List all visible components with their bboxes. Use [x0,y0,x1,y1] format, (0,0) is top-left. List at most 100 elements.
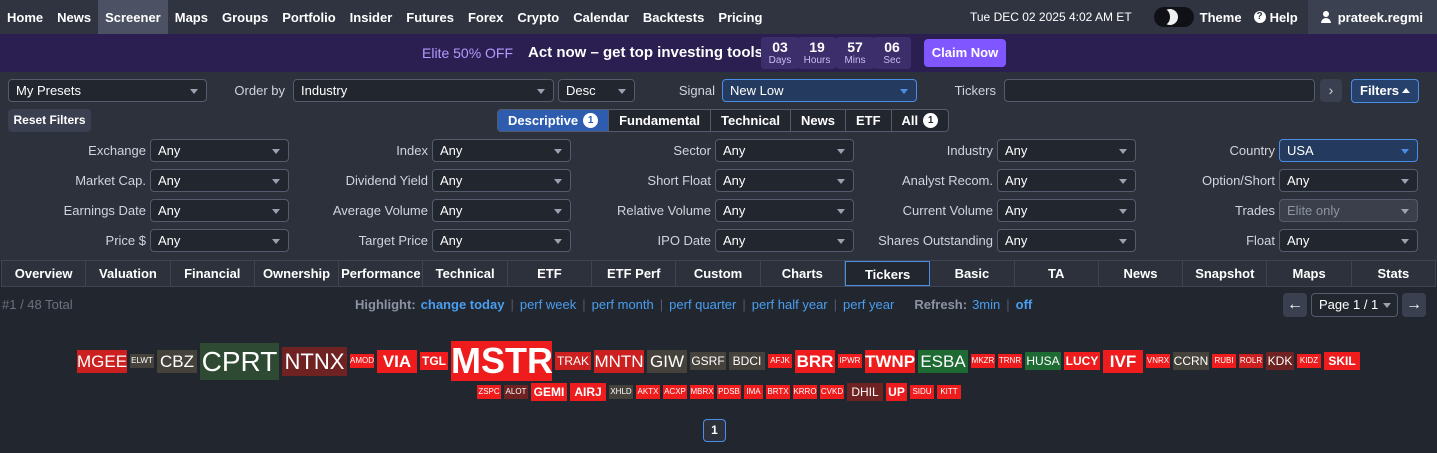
highlight-perf-quarter[interactable]: perf quarter [669,297,736,312]
tab-descriptive[interactable]: Descriptive 1 [498,110,610,131]
ticker-kdk[interactable]: KDK [1266,352,1294,370]
ticker-esba[interactable]: ESBA [918,350,968,373]
ticker-mkzr[interactable]: MKZR [971,354,995,368]
reset-filters-button[interactable]: Reset Filters [8,109,91,132]
view-tab-overview[interactable]: Overview [2,261,87,286]
claim-now-button[interactable]: Claim Now [924,39,1006,67]
view-tab-maps[interactable]: Maps [1267,261,1352,286]
ticker-cvkd[interactable]: CVKD [820,385,844,399]
filters-toggle-button[interactable]: Filters [1351,79,1419,103]
ticker-gsrf[interactable]: GSRF [690,352,726,370]
ticker-zspc[interactable]: ZSPC [477,385,501,399]
ticker-ima[interactable]: IMA [744,385,763,399]
ticker-airj[interactable]: AIRJ [570,383,606,401]
tab-news[interactable]: News [791,110,846,131]
tickers-go-button[interactable]: › [1320,79,1342,102]
nav-item-pricing[interactable]: Pricing [711,0,769,34]
ticker-ivf[interactable]: IVF [1103,350,1143,373]
tab-fundamental[interactable]: Fundamental [609,110,711,131]
ticker-rubi[interactable]: RUBI [1212,354,1236,368]
ticker-trnr[interactable]: TRNR [998,354,1022,368]
tickers-input[interactable] [1004,79,1315,102]
ticker-vnrx[interactable]: VNRX [1146,354,1170,368]
nav-item-crypto[interactable]: Crypto [510,0,566,34]
ticker-alot[interactable]: ALOT [504,385,528,399]
ticker-brr[interactable]: BRR [795,350,835,373]
ticker-ccrn[interactable]: CCRN [1173,352,1209,370]
ticker-tgl[interactable]: TGL [420,352,448,370]
order-direction-select[interactable]: Desc [558,79,635,102]
nav-item-portfolio[interactable]: Portfolio [275,0,342,34]
ticker-up[interactable]: UP [886,383,907,401]
filter-select-country[interactable]: USA [1279,139,1418,162]
view-tab-valuation[interactable]: Valuation [86,261,171,286]
ticker-afjk[interactable]: AFJK [768,354,792,368]
view-tab-snapshot[interactable]: Snapshot [1183,261,1268,286]
ticker-mstr[interactable]: MSTR [451,341,553,381]
ticker-elwt[interactable]: ELWT [130,354,154,368]
nav-item-backtests[interactable]: Backtests [636,0,711,34]
highlight-perf-half-year[interactable]: perf half year [752,297,828,312]
highlight-change-today[interactable]: change today [421,297,505,312]
view-tab-custom[interactable]: Custom [676,261,761,286]
ticker-giw[interactable]: GIW [647,350,687,373]
ticker-pdsb[interactable]: PDSB [717,385,741,399]
nav-item-home[interactable]: Home [0,0,50,34]
user-menu[interactable]: prateek.regmi [1307,0,1437,34]
nav-item-screener[interactable]: Screener [98,0,168,34]
theme-label[interactable]: Theme [1200,10,1242,25]
nav-item-calendar[interactable]: Calendar [566,0,636,34]
ticker-sidu[interactable]: SIDU [910,385,934,399]
nav-item-groups[interactable]: Groups [215,0,275,34]
nav-item-insider[interactable]: Insider [343,0,400,34]
refresh-3min[interactable]: 3min [972,297,1000,312]
ticker-skil[interactable]: SKIL [1324,352,1360,370]
view-tab-charts[interactable]: Charts [761,261,845,286]
presets-select[interactable]: My Presets [8,79,207,102]
ticker-aktx[interactable]: AKTX [636,385,660,399]
tab-etf[interactable]: ETF [846,110,892,131]
nav-item-news[interactable]: News [50,0,98,34]
ticker-xhld[interactable]: XHLD [609,385,633,399]
view-tab-technical[interactable]: Technical [423,261,508,286]
prev-page-button[interactable]: ← [1283,293,1307,317]
ticker-brtx[interactable]: BRTX [766,385,790,399]
ticker-husa[interactable]: HUSA [1025,352,1061,370]
ticker-trak[interactable]: TRAK [555,352,591,370]
nav-item-maps[interactable]: Maps [168,0,215,34]
view-tab-financial[interactable]: Financial [171,261,255,286]
page-select[interactable]: Page 1 / 1 [1311,293,1398,317]
view-tab-etf[interactable]: ETF [508,261,593,286]
tab-technical[interactable]: Technical [711,110,792,131]
ticker-ntnx[interactable]: NTNX [282,347,347,376]
order-by-select[interactable]: Industry [293,79,554,102]
ticker-via[interactable]: VIA [377,350,417,373]
view-tab-news[interactable]: News [1099,261,1184,286]
help-link[interactable]: ? Help [1253,10,1298,25]
nav-item-forex[interactable]: Forex [461,0,510,34]
nav-item-futures[interactable]: Futures [399,0,461,34]
ticker-acxp[interactable]: ACXP [663,385,687,399]
ticker-cprt[interactable]: CPRT [200,343,279,380]
ticker-twnp[interactable]: TWNP [865,350,915,373]
ticker-cbz[interactable]: CBZ [157,350,197,373]
next-page-button[interactable]: → [1402,293,1426,317]
ticker-amod[interactable]: AMOD [350,354,374,368]
filter-select-float[interactable]: Any [1279,229,1418,252]
filter-select-option-short[interactable]: Any [1279,169,1418,192]
page-number-button[interactable]: 1 [703,419,726,442]
tab-all[interactable]: All 1 [892,110,949,131]
highlight-perf-month[interactable]: perf month [592,297,654,312]
ticker-lucy[interactable]: LUCY [1064,352,1100,370]
signal-select[interactable]: New Low [722,79,917,102]
ticker-kitt[interactable]: KITT [937,385,961,399]
refresh-off[interactable]: off [1016,297,1033,312]
view-tab-basic[interactable]: Basic [930,261,1015,286]
view-tab-ownership[interactable]: Ownership [255,261,340,286]
ticker-mbrx[interactable]: MBRX [690,385,714,399]
ticker-gemi[interactable]: GEMI [531,383,567,401]
view-tab-performance[interactable]: Performance [339,261,424,286]
view-tab-etf-perf[interactable]: ETF Perf [592,261,677,286]
view-tab-stats[interactable]: Stats [1352,261,1435,286]
highlight-perf-week[interactable]: perf week [520,297,576,312]
